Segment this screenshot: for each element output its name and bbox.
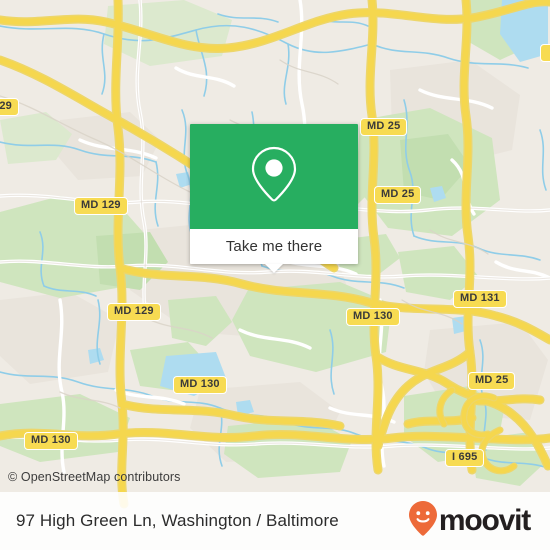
map-tiles xyxy=(0,0,550,550)
road-shield[interactable]: MD 129 xyxy=(74,197,128,215)
road-shield[interactable]: MD 131 xyxy=(453,290,507,308)
road-shield[interactable]: 129 xyxy=(0,98,19,116)
road-shield[interactable]: MD 130 xyxy=(346,308,400,326)
road-shield[interactable]: MD 25 xyxy=(360,118,408,136)
moovit-wordmark: moovit xyxy=(438,504,531,537)
road-shield[interactable] xyxy=(540,44,550,62)
address-title: 97 High Green Ln, Washington / Baltimore xyxy=(16,511,339,530)
location-pin-icon xyxy=(246,143,302,210)
road-shield[interactable]: MD 25 xyxy=(468,372,516,390)
moovit-logo[interactable]: moovit xyxy=(408,500,531,543)
road-shield[interactable]: MD 129 xyxy=(107,303,161,321)
take-me-there-popup[interactable]: Take me there xyxy=(190,124,358,273)
moovit-smiley-pin-icon xyxy=(408,500,438,543)
popup-pointer-tail xyxy=(265,264,283,273)
take-me-there-label: Take me there xyxy=(225,238,323,255)
osm-attribution[interactable]: © OpenStreetMap contributors xyxy=(8,470,181,484)
footer-bar: 97 High Green Ln, Washington / Baltimore… xyxy=(0,492,550,550)
road-shield[interactable]: MD 130 xyxy=(24,432,78,450)
road-shield[interactable]: MD 25 xyxy=(374,186,422,204)
road-shield[interactable]: MD 130 xyxy=(173,376,227,394)
map-canvas[interactable] xyxy=(0,0,550,550)
popup-header xyxy=(190,124,358,229)
popup-footer[interactable]: Take me there xyxy=(190,229,358,273)
map-page: 129 MD 129 MD 25 MD 25 MD 129 MD 130 MD … xyxy=(0,0,550,550)
road-shield[interactable]: I 695 xyxy=(445,449,485,467)
